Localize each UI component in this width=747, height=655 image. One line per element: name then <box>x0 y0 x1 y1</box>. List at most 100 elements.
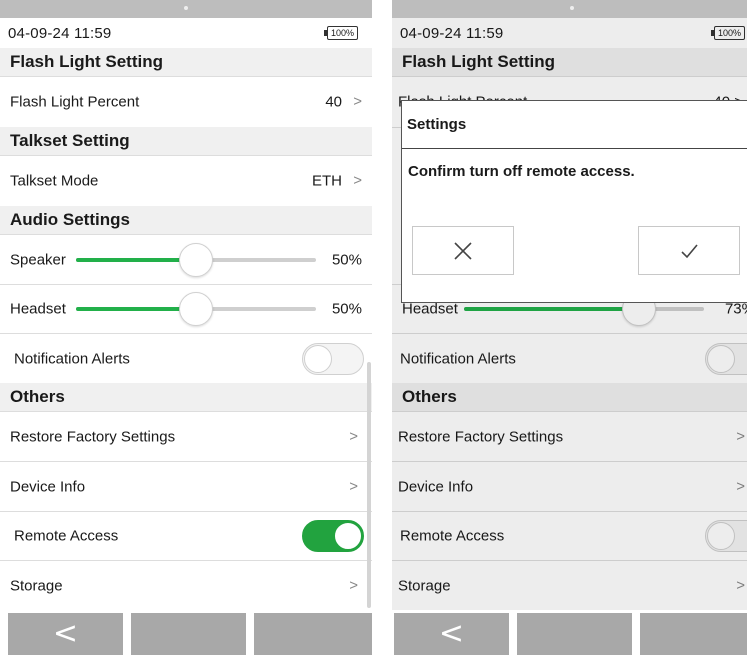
chevron-right-icon: > <box>736 576 745 594</box>
row-label: Device Info <box>398 478 474 495</box>
row-label: Storage <box>398 577 451 594</box>
back-chevron-icon: < <box>438 615 465 651</box>
slider-fill <box>76 307 196 311</box>
battery-icon: 100% <box>710 26 745 40</box>
row-label: Notification Alerts <box>400 350 516 367</box>
row-label: Headset <box>402 300 458 318</box>
dialog-title: Settings <box>407 116 467 133</box>
speaker-slider[interactable] <box>76 242 316 277</box>
section-others: Others <box>392 383 747 411</box>
bottom-nav-bar: < <box>0 610 372 655</box>
row-label: Talkset Mode <box>10 172 99 190</box>
nav-button-middle[interactable] <box>131 613 246 655</box>
section-title: Others <box>402 387 457 406</box>
status-bar: 04-09-24 11:59 100% <box>0 18 372 48</box>
device-info-row[interactable]: Device Info > <box>0 461 372 511</box>
top-handle-dot <box>570 6 574 10</box>
toggle-knob <box>707 522 735 550</box>
device-info-row[interactable]: Device Info > <box>392 461 747 511</box>
section-title: Others <box>10 387 65 406</box>
top-handle-bar <box>392 0 747 18</box>
cancel-button[interactable] <box>412 226 514 275</box>
row-label: Restore Factory Settings <box>10 428 176 445</box>
row-label: Headset <box>10 300 66 318</box>
restore-factory-settings-row[interactable]: Restore Factory Settings > <box>0 411 372 461</box>
notification-alerts-row: Notification Alerts <box>0 333 372 383</box>
row-label: Remote Access <box>400 527 505 545</box>
toggle-knob <box>334 522 362 550</box>
flash-light-percent-value: 40 <box>325 93 342 111</box>
check-icon <box>681 243 698 258</box>
headset-value: 50% <box>331 300 362 318</box>
section-talkset: Talkset Setting <box>0 127 372 155</box>
nav-button-right[interactable] <box>640 613 747 655</box>
row-label: Remote Access <box>14 527 119 545</box>
back-button[interactable]: < <box>394 613 509 655</box>
speaker-row: Speaker 50% <box>0 234 372 284</box>
chevron-right-icon: > <box>736 477 745 495</box>
dialog-header: Settings <box>402 101 747 149</box>
remote-access-row: Remote Access <box>392 511 747 560</box>
headset-row: Headset 50% <box>0 284 372 333</box>
status-time: 04-09-24 11:59 <box>8 25 112 42</box>
slider-knob[interactable] <box>179 292 213 326</box>
speaker-value: 50% <box>331 251 362 268</box>
close-icon <box>454 241 472 260</box>
slider-fill <box>76 257 196 262</box>
headset-slider[interactable] <box>464 292 704 326</box>
remote-access-toggle[interactable] <box>705 520 747 552</box>
section-others: Others <box>0 383 372 411</box>
talkset-mode-row[interactable]: Talkset Mode ETH > <box>0 155 372 206</box>
section-flash-light: Flash Light Setting <box>0 48 372 76</box>
restore-factory-settings-row[interactable]: Restore Factory Settings > <box>392 411 747 461</box>
section-title: Audio Settings <box>10 210 130 229</box>
scrollbar[interactable] <box>367 362 371 608</box>
headset-value: 73% <box>724 300 747 318</box>
section-title: Flash Light Setting <box>402 52 555 71</box>
notification-alerts-toggle[interactable] <box>705 342 747 375</box>
chevron-right-icon: > <box>349 576 358 594</box>
storage-row[interactable]: Storage > <box>392 560 747 610</box>
status-bar: 04-09-24 11:59 100% <box>392 18 747 48</box>
top-handle-bar <box>0 0 372 18</box>
settings-screen-left: 04-09-24 11:59 100% Flash Light Setting … <box>0 0 372 655</box>
remote-access-toggle[interactable] <box>302 520 364 552</box>
notification-alerts-toggle[interactable] <box>302 342 364 375</box>
toggle-knob <box>304 344 332 373</box>
headset-slider[interactable] <box>76 292 316 326</box>
toggle-knob <box>707 344 735 373</box>
battery-icon: 100% <box>323 26 358 40</box>
bottom-nav-bar: < <box>392 610 747 655</box>
talkset-mode-value: ETH <box>312 172 342 190</box>
section-title: Flash Light Setting <box>10 52 163 71</box>
row-label: Storage <box>10 577 63 594</box>
row-label: Device Info <box>10 478 86 495</box>
storage-row[interactable]: Storage > <box>0 560 372 610</box>
chevron-right-icon: > <box>353 93 362 111</box>
confirm-button[interactable] <box>638 226 740 275</box>
back-chevron-icon: < <box>52 615 79 651</box>
chevron-right-icon: > <box>353 172 362 190</box>
remote-access-row: Remote Access <box>0 511 372 560</box>
chevron-right-icon: > <box>349 427 358 445</box>
nav-button-middle[interactable] <box>517 613 632 655</box>
back-button[interactable]: < <box>8 613 123 655</box>
slider-knob[interactable] <box>179 242 213 277</box>
notification-alerts-row: Notification Alerts <box>392 333 747 383</box>
confirm-dialog: Settings Confirm turn off remote access. <box>401 100 747 303</box>
top-handle-dot <box>184 6 188 10</box>
row-label: Speaker <box>10 251 66 268</box>
section-flash-light: Flash Light Setting <box>392 48 747 76</box>
chevron-right-icon: > <box>736 427 745 445</box>
settings-screen-right: 04-09-24 11:59 100% Flash Light Setting … <box>392 0 747 655</box>
row-label: Notification Alerts <box>14 350 130 367</box>
slider-fill <box>464 307 640 311</box>
nav-button-right[interactable] <box>254 613 372 655</box>
status-time: 04-09-24 11:59 <box>400 25 504 42</box>
chevron-right-icon: > <box>349 477 358 495</box>
section-audio: Audio Settings <box>0 206 372 234</box>
row-label: Flash Light Percent <box>10 93 140 111</box>
dialog-message: Confirm turn off remote access. <box>408 163 635 180</box>
section-title: Talkset Setting <box>10 131 130 150</box>
flash-light-percent-row[interactable]: Flash Light Percent 40 > <box>0 76 372 127</box>
